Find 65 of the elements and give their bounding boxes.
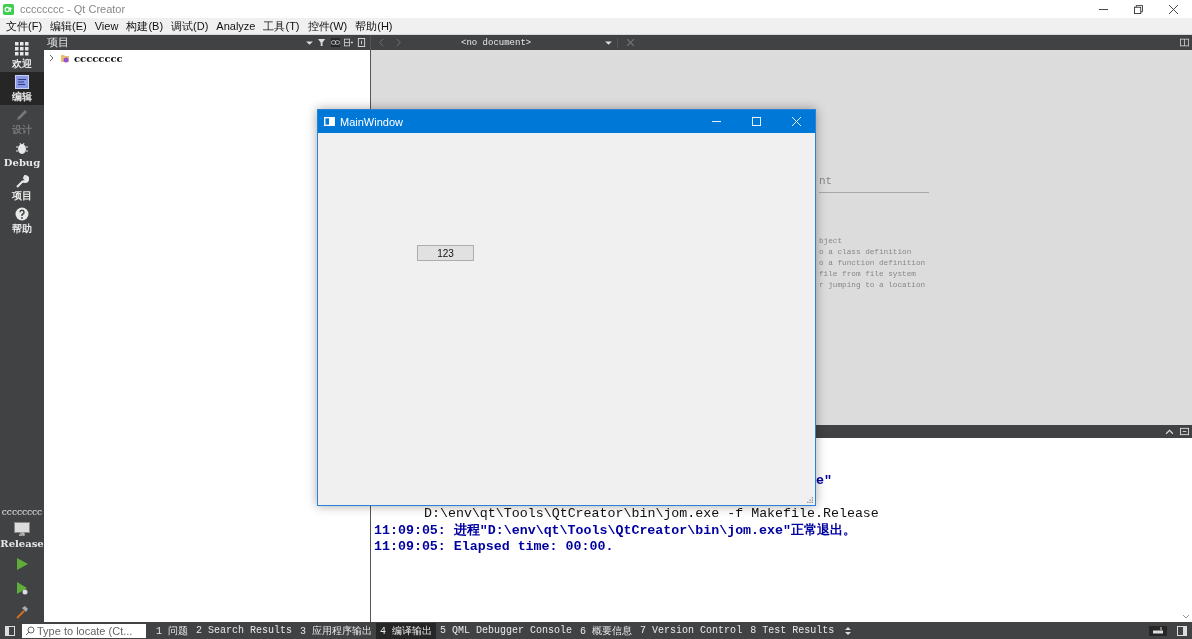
run-icon[interactable]	[15, 557, 29, 571]
pencil-icon	[15, 108, 29, 122]
menu-item[interactable]: 调试(D)	[167, 18, 213, 34]
help-icon	[15, 207, 29, 221]
hammer-icon[interactable]	[15, 605, 29, 619]
menu-item[interactable]: 工具(T)	[259, 18, 304, 34]
window-icon	[324, 117, 335, 126]
locate-field[interactable]: Type to locate (Ct...	[22, 623, 146, 638]
output-tab[interactable]: 6 概要信息	[576, 622, 637, 639]
output-tab[interactable]: 1 问题	[152, 622, 192, 639]
mode-button[interactable]: 欢迎	[0, 39, 44, 72]
output-line: 11:09:05: Elapsed time: 00:00.	[374, 539, 614, 554]
link-icon[interactable]	[331, 38, 340, 47]
float-pane-icon[interactable]	[1180, 427, 1189, 436]
menu-item[interactable]: 文件(F)	[2, 18, 47, 34]
output-tab[interactable]: 4 编译输出	[376, 622, 437, 639]
document-dropdown[interactable]: <no document>	[433, 37, 618, 48]
target-selector[interactable]: Release	[0, 519, 44, 552]
grid-icon	[15, 42, 29, 56]
tree-item[interactable]: cccccccc	[74, 52, 123, 64]
maximize-pane-icon[interactable]	[1165, 427, 1174, 436]
hint-heading: nt	[819, 175, 833, 187]
mode-button[interactable]: 帮助	[0, 204, 44, 237]
menu-item[interactable]: 控件(W)	[303, 18, 352, 34]
qt-logo-icon	[3, 3, 14, 15]
output-tab[interactable]: 7 Version Control	[636, 624, 747, 637]
mode-button[interactable]: 项目	[0, 171, 44, 204]
debug-run-icon[interactable]	[15, 581, 29, 595]
up-down-arrows-icon[interactable]	[843, 625, 854, 636]
output-tab[interactable]: 3 应用程序输出	[296, 622, 377, 639]
output-line: D:\env\qt\Tools\QtCreator\bin\jom.exe -f Makefile.Release	[424, 506, 879, 521]
dropdown-caret-icon	[604, 38, 613, 47]
project-name: cccccccc	[1, 507, 43, 517]
right-sidebar-icon[interactable]	[1177, 625, 1187, 636]
maximize-icon[interactable]	[752, 117, 761, 126]
split-icon[interactable]	[344, 38, 353, 47]
output-line: 11:09:05: 进程"D:\env\qt\Tools\QtCreator\bin\jom.exe"正常退出。	[374, 522, 856, 538]
menu-item[interactable]: View	[90, 20, 123, 32]
sidebar-toggle-icon[interactable]	[5, 625, 15, 636]
restore-icon[interactable]	[1134, 4, 1143, 14]
output-tab[interactable]: 8 Test Results	[746, 624, 839, 637]
wrench-icon	[15, 174, 29, 188]
push-button[interactable]: 123	[417, 245, 474, 261]
close-icon[interactable]	[1169, 4, 1178, 14]
resize-grip-icon[interactable]	[805, 495, 814, 504]
window-title: cccccccc - Qt Creator	[20, 3, 126, 15]
output-tab[interactable]: 2 Search Results	[192, 624, 297, 637]
menu-item[interactable]: 构建(B)	[122, 18, 168, 34]
mode-button[interactable]: 编辑	[0, 72, 44, 105]
filter-icon[interactable]	[318, 38, 327, 47]
search-icon	[25, 625, 35, 636]
window-title: MainWindow	[340, 115, 403, 128]
scroll-down-icon[interactable]	[1182, 614, 1190, 620]
mode-button[interactable]: Debug	[0, 138, 44, 171]
menu-item[interactable]: 编辑(E)	[46, 18, 91, 34]
dropdown-caret-icon[interactable]	[305, 38, 314, 47]
split-icon[interactable]	[1180, 38, 1189, 47]
menu-item[interactable]: 帮助(H)	[351, 18, 397, 34]
project-icon	[60, 53, 70, 63]
bug-icon	[15, 141, 29, 155]
menu-item[interactable]: Analyze	[212, 20, 260, 32]
output-line: e"	[816, 473, 832, 488]
output-tab[interactable]: 5 QML Debugger Console	[436, 624, 577, 637]
document-icon	[15, 75, 29, 89]
monitor-icon	[14, 522, 30, 536]
